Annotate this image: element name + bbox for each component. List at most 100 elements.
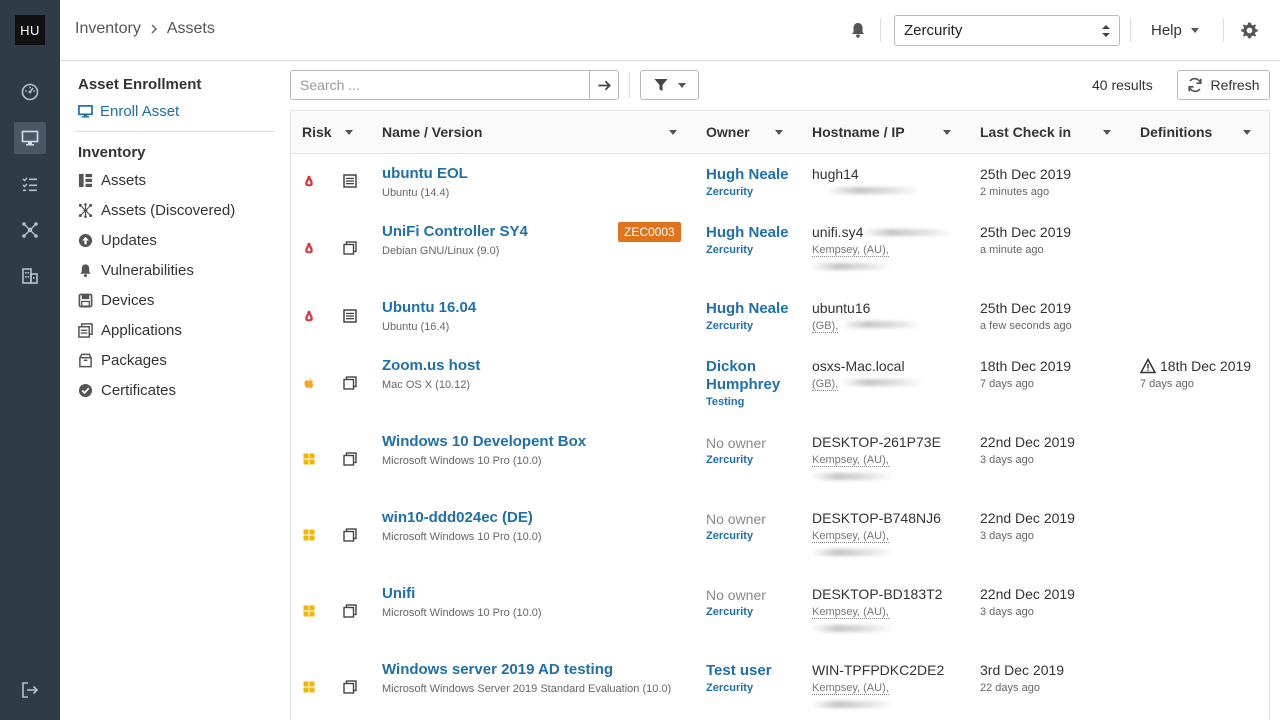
- device-icon: [78, 293, 93, 308]
- breadcrumb: Inventory Assets: [75, 20, 215, 38]
- dashboard-icon[interactable]: [14, 76, 46, 108]
- linux-risk-icon: [305, 242, 313, 254]
- owner-team[interactable]: Zercurity: [706, 454, 753, 466]
- subnav-item-label: Applications: [101, 322, 182, 339]
- subnav-item-assets-discovered[interactable]: Assets (Discovered): [78, 202, 235, 219]
- asset-name-link[interactable]: Ubuntu 16.04: [382, 299, 476, 316]
- subnav-item-label: Devices: [101, 292, 155, 309]
- refresh-button[interactable]: Refresh: [1177, 70, 1270, 100]
- definitions-ago: 7 days ago: [1140, 378, 1194, 390]
- owner-team[interactable]: Zercurity: [706, 530, 753, 542]
- tasks-checklist-icon[interactable]: [14, 168, 46, 200]
- owner-name[interactable]: Hugh Neale: [706, 300, 801, 318]
- owner-team[interactable]: Zercurity: [706, 244, 753, 256]
- hostname: ubuntu16: [812, 300, 871, 316]
- sort-caret-icon[interactable]: [943, 130, 951, 135]
- column-name-version[interactable]: Name / Version: [382, 124, 482, 140]
- sort-caret-icon[interactable]: [669, 130, 677, 135]
- subnav-item-assets[interactable]: Assets: [78, 172, 146, 189]
- column-definitions[interactable]: Definitions: [1140, 124, 1212, 140]
- column-owner[interactable]: Owner: [706, 124, 750, 140]
- last-check-date: 25th Dec 2019: [980, 166, 1072, 182]
- search-box: [290, 70, 590, 100]
- redacted-hostname: [861, 229, 953, 236]
- subnav-item-certificates[interactable]: Certificates: [78, 382, 176, 399]
- asset-name-link[interactable]: Unifi: [382, 585, 415, 602]
- server-icon: [343, 309, 357, 323]
- asset-name-link[interactable]: UniFi Controller SY4: [382, 223, 528, 240]
- column-risk[interactable]: Risk: [302, 124, 332, 140]
- results-count: 40 results: [1092, 77, 1153, 93]
- search-input[interactable]: [291, 71, 590, 99]
- filter-funnel-icon: [654, 79, 667, 91]
- settings-gear-icon[interactable]: [1240, 21, 1259, 40]
- sort-caret-icon[interactable]: [1103, 130, 1111, 135]
- chevron-down-icon: [1190, 28, 1199, 33]
- hostname: DESKTOP-B748NJ6: [812, 510, 941, 526]
- asset-version: Mac OS X (10.12): [382, 379, 471, 391]
- subnav-item-packages[interactable]: Packages: [78, 352, 167, 369]
- subnav-item-vulnerabilities[interactable]: Vulnerabilities: [78, 262, 194, 279]
- hostname: DESKTOP-BD183T2: [812, 586, 943, 602]
- sort-caret-icon[interactable]: [775, 130, 783, 135]
- owner-name[interactable]: Hugh Neale: [706, 224, 801, 242]
- last-check-ago: a few seconds ago: [980, 320, 1072, 332]
- windows-icon: [303, 605, 315, 617]
- asset-tag-badge[interactable]: ZEC0003: [618, 222, 681, 242]
- owner-team[interactable]: Zercurity: [706, 186, 753, 198]
- asset-name-link[interactable]: Windows 10 Developent Box: [382, 433, 586, 450]
- owner-name[interactable]: Dickon Humphrey: [706, 358, 801, 394]
- last-check-date: 18th Dec 2019: [980, 358, 1072, 374]
- last-check-ago: 2 minutes ago: [980, 186, 1050, 198]
- refresh-label: Refresh: [1210, 77, 1260, 93]
- filter-dropdown-button[interactable]: [640, 70, 699, 100]
- owner-team[interactable]: Zercurity: [706, 320, 753, 332]
- organization-building-icon[interactable]: [14, 260, 46, 292]
- sort-caret-icon[interactable]: [345, 130, 353, 135]
- last-check-date: 22nd Dec 2019: [980, 510, 1075, 526]
- logout-icon[interactable]: [21, 681, 39, 699]
- owner-team[interactable]: Zercurity: [706, 606, 753, 618]
- help-label: Help: [1151, 22, 1182, 39]
- column-last-check-in[interactable]: Last Check in: [980, 124, 1071, 140]
- last-check-ago: 7 days ago: [980, 378, 1034, 390]
- owner-name[interactable]: Test user: [706, 662, 801, 680]
- column-hostname-ip[interactable]: Hostname / IP: [812, 124, 905, 140]
- location-text: Kempsey, (AU),: [812, 682, 889, 695]
- owner-team[interactable]: Zercurity: [706, 682, 753, 694]
- enroll-asset-link[interactable]: Enroll Asset: [78, 103, 179, 120]
- avatar[interactable]: HU: [15, 15, 45, 45]
- sort-caret-icon[interactable]: [1243, 130, 1251, 135]
- windows-icon: [303, 681, 315, 693]
- owner-team[interactable]: Testing: [706, 396, 744, 408]
- asset-name-link[interactable]: ubuntu EOL: [382, 165, 468, 182]
- breadcrumb-inventory[interactable]: Inventory: [75, 20, 141, 38]
- inventory-monitor-icon[interactable]: [14, 122, 46, 154]
- refresh-icon: [1188, 77, 1203, 93]
- network-icon[interactable]: [14, 214, 46, 246]
- location-text: Kempsey, (AU),: [812, 530, 889, 543]
- hostname: hugh14: [812, 166, 859, 182]
- organization-select[interactable]: Zercurity: [894, 15, 1120, 46]
- subnav-item-devices[interactable]: Devices: [78, 292, 154, 309]
- search-submit-button[interactable]: [589, 70, 619, 100]
- owner-name: No owner: [706, 511, 766, 527]
- discovered-icon: [78, 203, 93, 218]
- assets-icon: [78, 173, 93, 188]
- subnav-item-applications[interactable]: Applications: [78, 322, 182, 339]
- asset-name-link[interactable]: Zoom.us host: [382, 357, 480, 374]
- last-check-date: 25th Dec 2019: [980, 300, 1072, 316]
- redacted-ip: [826, 187, 921, 194]
- help-menu[interactable]: Help: [1151, 22, 1199, 39]
- subnav-item-updates[interactable]: Updates: [78, 232, 157, 249]
- ip-location: Kempsey, (AU),: [812, 454, 889, 467]
- ip-location: Kempsey, (AU),: [812, 606, 889, 619]
- notifications-bell-icon[interactable]: [849, 21, 867, 39]
- ip-location: Kempsey, (AU),: [812, 530, 889, 543]
- asset-version: Ubuntu (16.4): [382, 321, 450, 333]
- asset-name-link[interactable]: Windows server 2019 AD testing: [382, 661, 613, 678]
- package-icon: [79, 353, 92, 368]
- asset-name-link[interactable]: win10-ddd024ec (DE): [382, 509, 533, 526]
- location-text: (GB),: [812, 320, 839, 333]
- owner-name[interactable]: Hugh Neale: [706, 166, 801, 184]
